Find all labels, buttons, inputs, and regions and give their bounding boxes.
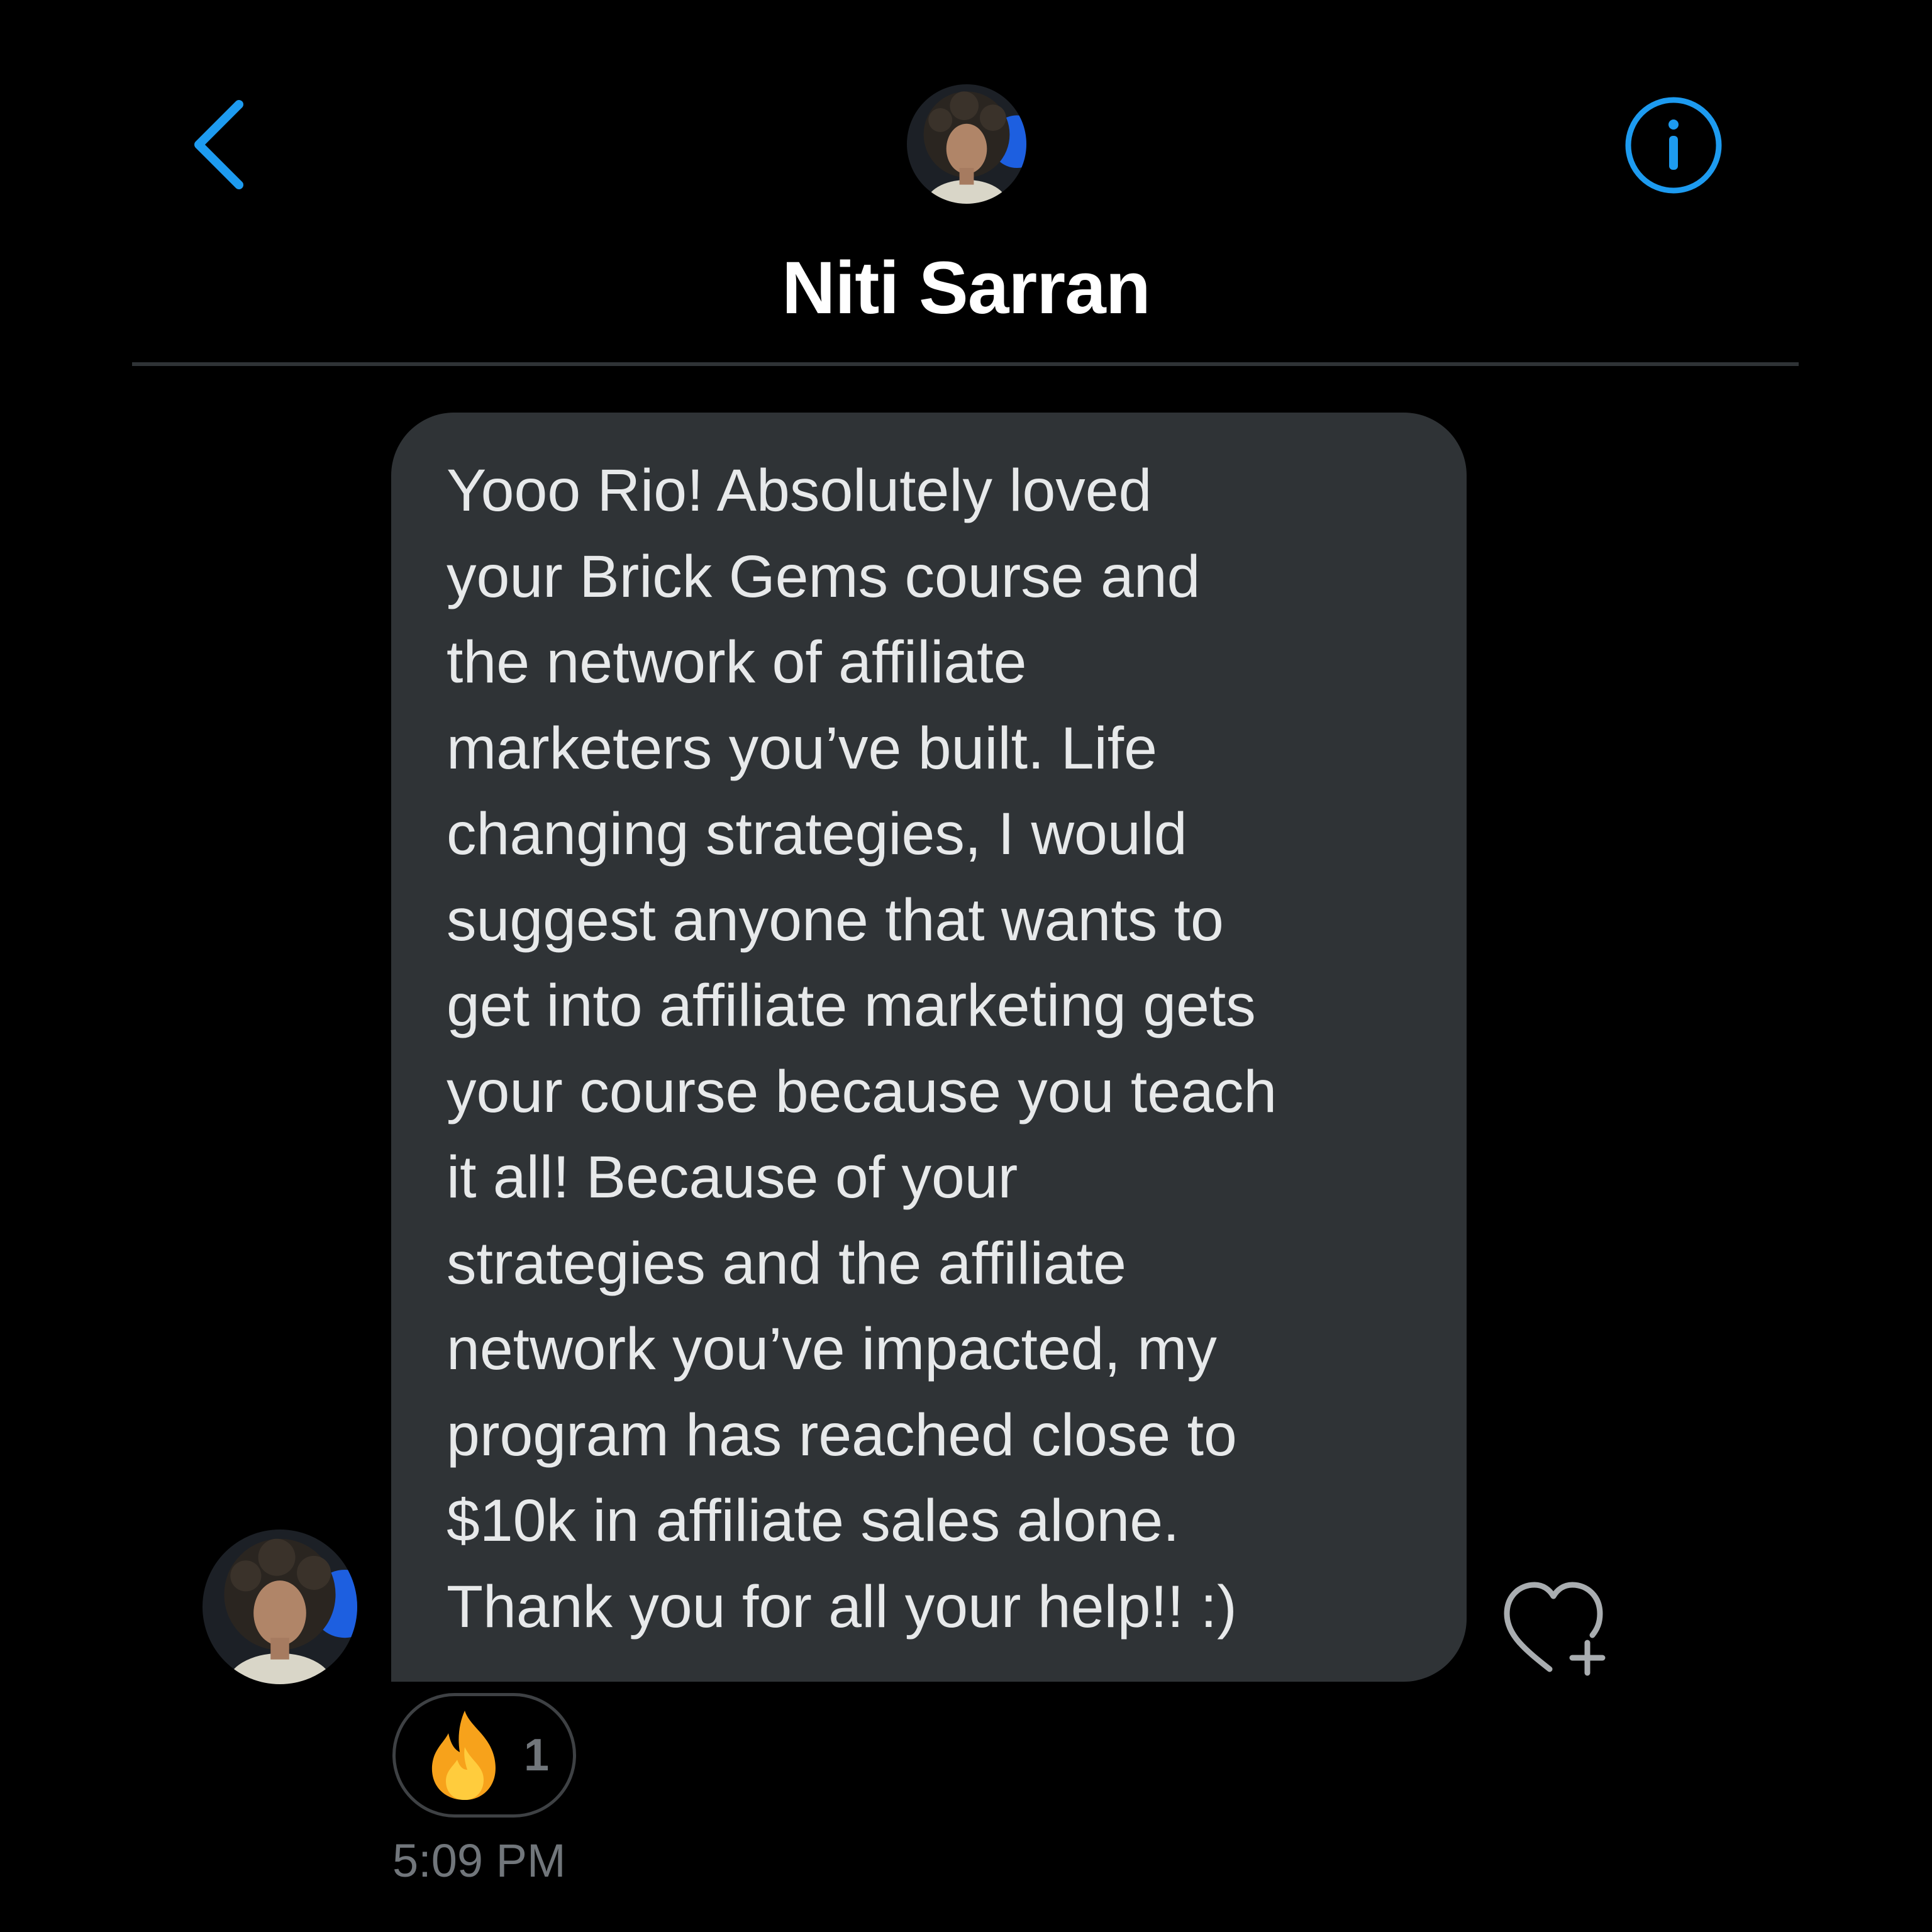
chevron-left-icon — [194, 100, 243, 189]
back-button[interactable] — [182, 94, 258, 195]
info-button[interactable] — [1623, 94, 1724, 196]
conversation-header: Niti Sarran — [0, 0, 1932, 367]
header-divider — [132, 362, 1799, 366]
avatar-image — [203, 1530, 357, 1684]
contact-name[interactable]: Niti Sarran — [0, 245, 1932, 331]
info-circle-icon — [1625, 97, 1722, 194]
reaction-count: 1 — [524, 1730, 550, 1780]
message-timestamp: 5:09 PM — [392, 1835, 566, 1887]
contact-avatar[interactable] — [907, 84, 1026, 204]
sender-avatar[interactable] — [203, 1530, 357, 1684]
message-text: Yooo Rio! Absolutely loved your Brick Ge… — [447, 457, 1277, 1640]
message-bubble[interactable]: Yooo Rio! Absolutely loved your Brick Ge… — [391, 413, 1467, 1682]
add-reaction-button[interactable] — [1501, 1577, 1611, 1678]
heart-plus-icon — [1504, 1582, 1606, 1676]
fire-emoji-icon — [421, 1708, 509, 1802]
reaction-pill[interactable]: 1 — [392, 1693, 576, 1818]
avatar-image — [907, 84, 1026, 204]
